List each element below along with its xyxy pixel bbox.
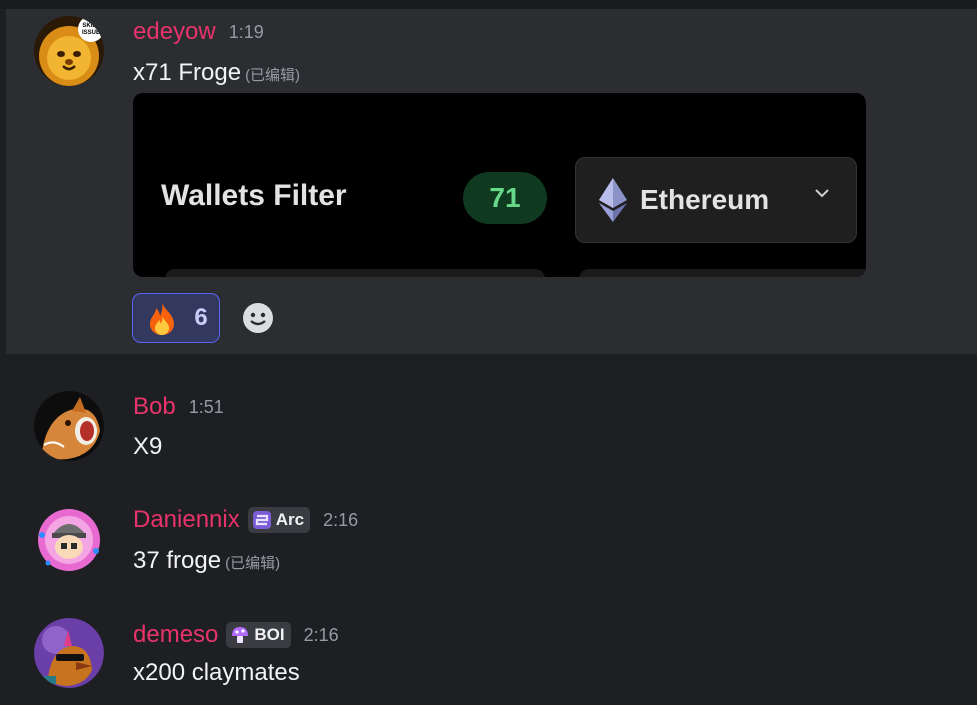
message-content: x71 Froge (已编辑) bbox=[133, 59, 300, 87]
edited-label: (已编辑) bbox=[225, 555, 281, 572]
fire-icon bbox=[150, 302, 175, 335]
message-content: 37 froge (已编辑) bbox=[133, 547, 280, 575]
message-header: Bob 1:51 bbox=[133, 393, 224, 421]
chevron-down-icon bbox=[815, 189, 829, 198]
top-divider bbox=[0, 0, 977, 9]
bird-avatar-icon bbox=[34, 618, 104, 688]
image-attachment[interactable]: Wallets Filter 71 Ethereum bbox=[133, 93, 866, 277]
timestamp[interactable]: 1:51 bbox=[189, 397, 224, 418]
avatar-daniennix[interactable] bbox=[34, 505, 104, 575]
message-text: x71 Froge bbox=[133, 59, 242, 86]
avatar-edeyow[interactable]: SKILL ISSUE bbox=[34, 16, 104, 86]
select-value: Ethereum bbox=[640, 184, 770, 215]
cat-avatar-icon bbox=[34, 391, 104, 461]
svg-text:ISSUE: ISSUE bbox=[82, 30, 100, 36]
reaction-fire[interactable]: 6 bbox=[132, 293, 220, 343]
edited-label: (已编辑) bbox=[245, 67, 301, 84]
message-content: X9 bbox=[133, 433, 162, 461]
server-tag[interactable]: BOI bbox=[226, 622, 291, 648]
message-text: 37 froge bbox=[133, 547, 222, 574]
timestamp[interactable]: 2:16 bbox=[323, 510, 358, 531]
message-header: demeso BOI 2:16 bbox=[133, 621, 339, 649]
character-avatar-icon bbox=[34, 505, 104, 575]
server-tag-label: Arc bbox=[275, 510, 305, 529]
server-tag[interactable]: Arc bbox=[247, 507, 311, 533]
server-tag-label: BOI bbox=[254, 625, 285, 644]
add-reaction-icon bbox=[243, 303, 273, 333]
message-content: x200 claymates bbox=[133, 659, 300, 687]
username[interactable]: demeso bbox=[133, 621, 218, 649]
avatar-demeso[interactable] bbox=[34, 618, 104, 688]
message-text: x200 claymates bbox=[133, 659, 300, 686]
arc-tag-icon bbox=[252, 511, 271, 529]
reaction-count: 6 bbox=[194, 304, 208, 331]
add-reaction-button[interactable] bbox=[229, 293, 287, 343]
timestamp[interactable]: 2:16 bbox=[304, 625, 339, 646]
embed-network-select: Ethereum bbox=[575, 157, 857, 243]
embed-strip-right bbox=[579, 269, 866, 277]
username[interactable]: Daniennix bbox=[133, 506, 240, 534]
username[interactable]: edeyow bbox=[133, 18, 216, 46]
mushroom-tag-icon bbox=[232, 627, 249, 643]
embed-strip-left bbox=[165, 269, 545, 277]
embed-title: Wallets Filter bbox=[161, 179, 347, 212]
ethereum-icon bbox=[599, 178, 627, 222]
message-header: Daniennix Arc 2:16 bbox=[133, 506, 358, 534]
lion-avatar-icon: SKILL ISSUE bbox=[34, 16, 104, 86]
message-header: edeyow 1:19 bbox=[133, 18, 264, 46]
message-text: X9 bbox=[133, 433, 163, 460]
embed-count-badge: 71 bbox=[463, 172, 547, 224]
username[interactable]: Bob bbox=[133, 393, 176, 421]
timestamp[interactable]: 1:19 bbox=[229, 22, 264, 43]
avatar-bob[interactable] bbox=[34, 391, 104, 461]
